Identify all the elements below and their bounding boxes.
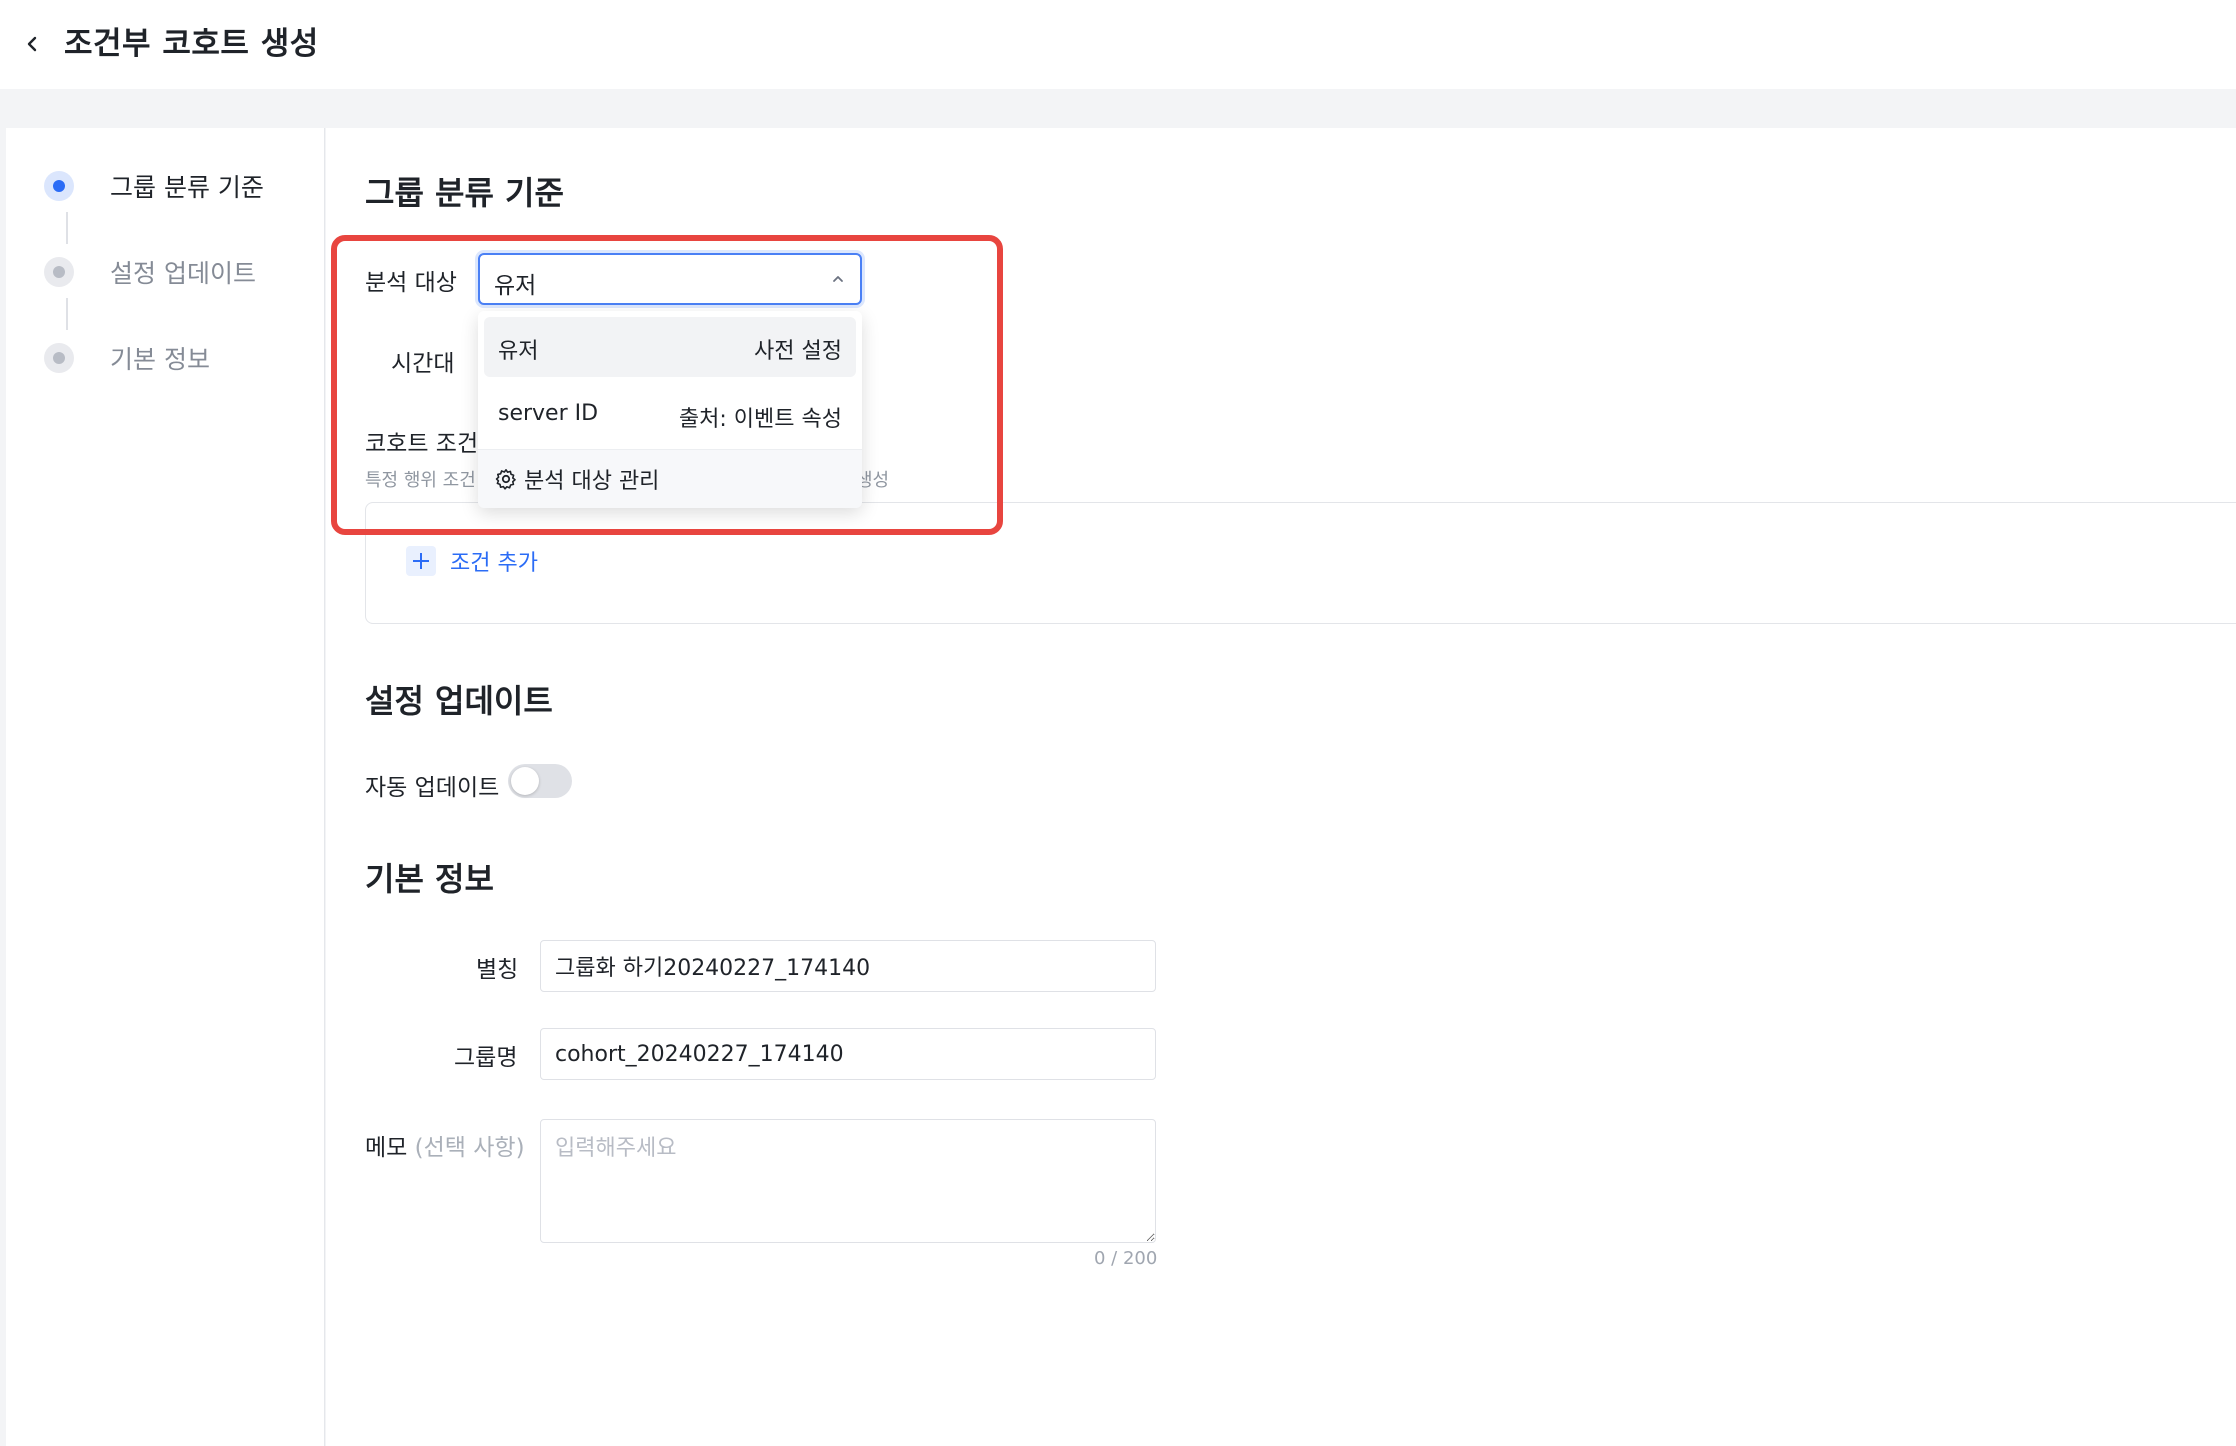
step-label: 기본 정보 xyxy=(110,345,210,374)
add-condition-label: 조건 추가 xyxy=(450,551,538,576)
main-content: 그룹 분류 기준 분석 대상 유저 시간대 코호트 조건 특정 행위 조건 생성… xyxy=(326,128,2236,1446)
condition-container: 조건 추가 xyxy=(365,502,2236,624)
group-name-input[interactable] xyxy=(540,1028,1156,1080)
memo-label-text: 메모 xyxy=(365,1135,408,1161)
steps-sidebar: 그룹 분류 기준 설정 업데이트 기본 정보 xyxy=(6,128,325,1446)
option-source: 사전 설정 xyxy=(754,339,842,364)
chevron-up-icon xyxy=(833,276,843,282)
section-title-settings-update: 설정 업데이트 xyxy=(365,682,553,720)
analysis-target-select[interactable]: 유저 xyxy=(478,253,862,305)
section-title-group-criteria: 그룹 분류 기준 xyxy=(365,174,564,212)
page-title: 조건부 코호트 생성 xyxy=(64,26,319,62)
step-group-criteria[interactable]: 그룹 분류 기준 xyxy=(44,166,264,206)
dropdown-option-user[interactable]: 유저 사전 설정 xyxy=(484,317,856,377)
option-source: 출처: 이벤트 속성 xyxy=(678,407,842,432)
plus-icon xyxy=(406,546,436,576)
analysis-target-dropdown: 유저 사전 설정 server ID 출처: 이벤트 속성 분석 대상 관리 xyxy=(478,311,862,508)
manage-analysis-target-label: 분석 대상 관리 xyxy=(524,469,660,494)
back-chevron-icon[interactable] xyxy=(22,30,42,58)
analysis-target-value: 유저 xyxy=(494,273,537,299)
step-connector xyxy=(66,298,68,330)
top-bar: 조건부 코호트 생성 xyxy=(0,0,2236,89)
memo-textarea[interactable] xyxy=(540,1119,1156,1243)
step-connector xyxy=(66,212,68,244)
add-condition-button[interactable]: 조건 추가 xyxy=(406,545,538,577)
memo-char-counter: 0 / 200 xyxy=(1094,1248,1158,1269)
memo-optional-hint: (선택 사항) xyxy=(414,1135,525,1161)
time-range-label: 시간대 xyxy=(391,351,455,377)
analysis-target-label: 분석 대상 xyxy=(365,270,457,296)
cohort-condition-label: 코호트 조건 xyxy=(365,431,479,457)
step-basic-info[interactable]: 기본 정보 xyxy=(44,338,210,378)
step-dot-icon xyxy=(44,343,74,373)
dropdown-option-server-id[interactable]: server ID 출처: 이벤트 속성 xyxy=(484,385,856,445)
alias-input[interactable] xyxy=(540,940,1156,992)
step-dot-icon xyxy=(44,257,74,287)
step-active-dot-icon xyxy=(44,171,74,201)
auto-update-label: 자동 업데이트 xyxy=(365,775,500,801)
option-name: 유저 xyxy=(498,339,539,364)
step-label: 그룹 분류 기준 xyxy=(110,173,264,202)
section-title-basic-info: 기본 정보 xyxy=(365,860,494,898)
option-name: server ID xyxy=(498,401,599,426)
cohort-condition-description: 특정 행위 조건 xyxy=(365,470,476,491)
step-settings-update[interactable]: 설정 업데이트 xyxy=(44,252,256,292)
memo-label: 메모 (선택 사항) xyxy=(365,1128,525,1162)
step-label: 설정 업데이트 xyxy=(110,259,256,288)
gear-icon xyxy=(495,469,516,490)
group-name-label: 그룹명 xyxy=(454,1045,518,1071)
toggle-knob xyxy=(511,767,539,795)
alias-label: 별칭 xyxy=(476,957,519,983)
manage-analysis-target-button[interactable]: 분석 대상 관리 xyxy=(478,449,862,508)
auto-update-toggle[interactable] xyxy=(508,764,572,798)
